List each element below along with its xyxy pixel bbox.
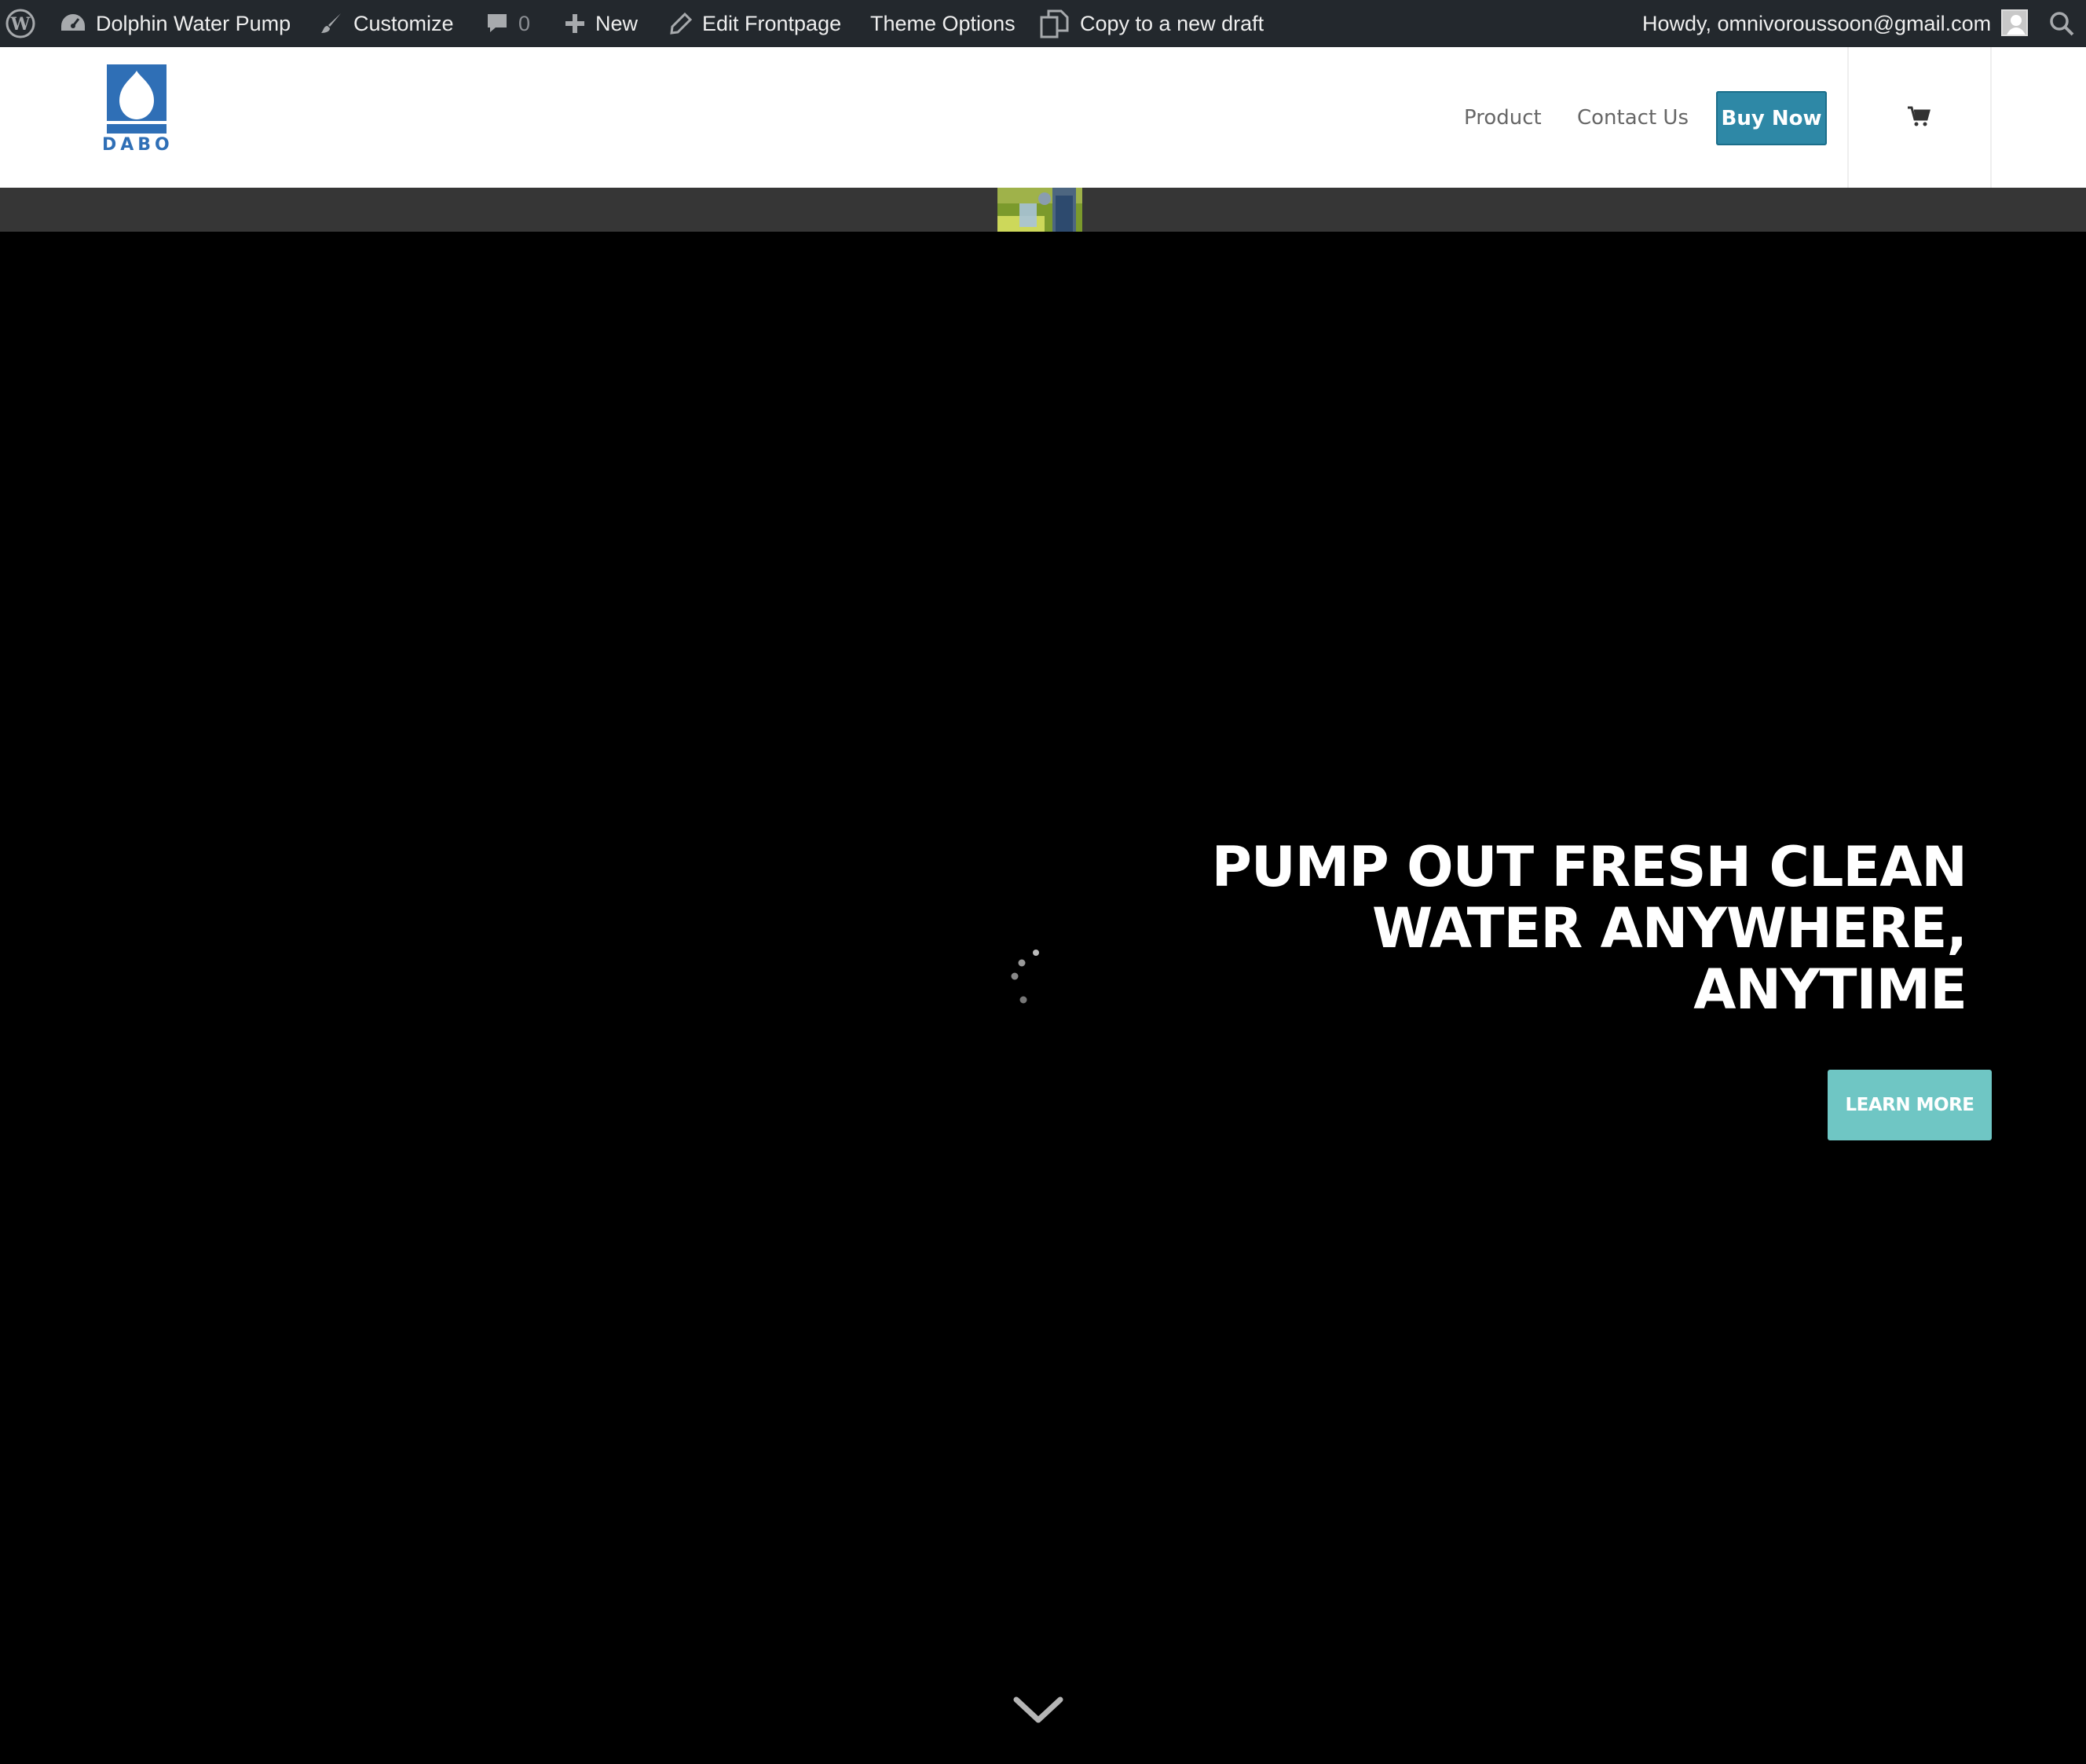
- site-name-label: Dolphin Water Pump: [96, 11, 291, 35]
- edit-frontpage-menu[interactable]: Edit Frontpage: [669, 0, 841, 47]
- wordpress-icon[interactable]: W: [5, 0, 36, 47]
- nav-contact-us[interactable]: Contact Us: [1577, 47, 1689, 188]
- loading-spinner: [1011, 950, 1039, 1004]
- hero-title-line: ANYTIME: [1693, 957, 1967, 1022]
- hero-title: PUMP OUT FRESH CLEAN WATER ANYWHERE, ANY…: [1181, 836, 1967, 1020]
- copy-draft-menu[interactable]: Copy to a new draft: [1039, 0, 1264, 47]
- copy-icon: [1039, 8, 1070, 39]
- admin-bar: W Dolphin Water Pump Customize 0 New Edi…: [0, 0, 2086, 47]
- hero-thumbnail: [997, 188, 1082, 232]
- avatar[interactable]: [2001, 9, 2028, 36]
- header-divider: [1847, 47, 1849, 188]
- plus-icon: [564, 13, 586, 35]
- chevron-down-icon[interactable]: [1012, 1695, 1064, 1726]
- logo-mark: [107, 64, 167, 134]
- svg-text:W: W: [10, 14, 31, 35]
- search-icon[interactable]: [2048, 0, 2075, 47]
- hero-section: PUMP OUT FRESH CLEAN WATER ANYWHERE, ANY…: [0, 232, 2086, 1764]
- customize-label: Customize: [353, 11, 454, 35]
- comments-menu[interactable]: 0: [485, 0, 530, 47]
- site-logo[interactable]: DABO: [102, 64, 171, 165]
- site-header: DABO Product Contact Us Buy Now: [0, 47, 2086, 188]
- comments-count: 0: [518, 11, 531, 35]
- account-menu[interactable]: Howdy, omnivoroussoon@gmail.com: [1642, 0, 1991, 47]
- dashboard-icon: [60, 12, 86, 35]
- site-name-menu[interactable]: Dolphin Water Pump: [60, 0, 291, 47]
- howdy-label: Howdy, omnivoroussoon@gmail.com: [1642, 11, 1992, 35]
- new-menu[interactable]: New: [564, 0, 638, 47]
- logo-text: DABO: [102, 135, 174, 155]
- hero-title-line: WATER ANYWHERE,: [1371, 896, 1967, 961]
- header-divider: [1990, 47, 1992, 188]
- theme-options-label: Theme Options: [870, 11, 1016, 35]
- learn-more-button[interactable]: LEARN MORE: [1828, 1070, 1992, 1140]
- copy-draft-label: Copy to a new draft: [1080, 11, 1264, 35]
- cart-icon[interactable]: [1907, 104, 1930, 128]
- buy-now-button[interactable]: Buy Now: [1716, 91, 1827, 145]
- hero-title-line: PUMP OUT FRESH CLEAN: [1211, 835, 1967, 899]
- pencil-icon: [669, 12, 693, 35]
- edit-frontpage-label: Edit Frontpage: [702, 11, 842, 35]
- customize-menu[interactable]: Customize: [319, 0, 454, 47]
- brush-icon: [319, 11, 344, 36]
- nav-product[interactable]: Product: [1464, 47, 1542, 188]
- theme-options-menu[interactable]: Theme Options: [870, 0, 1016, 47]
- comment-icon: [485, 12, 509, 35]
- image-strip: [0, 188, 2086, 232]
- new-label: New: [595, 11, 639, 35]
